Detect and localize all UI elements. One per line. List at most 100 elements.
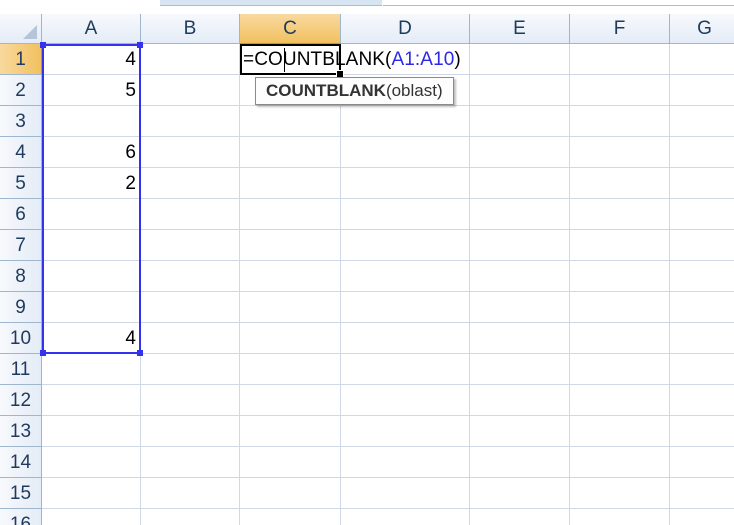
cell-a14[interactable]: [42, 447, 141, 478]
row-header-11[interactable]: 11: [0, 354, 42, 385]
cell-d7[interactable]: [341, 230, 470, 261]
cell-b16[interactable]: [141, 509, 240, 525]
cell-f10[interactable]: [570, 323, 670, 354]
cell-a16[interactable]: [42, 509, 141, 525]
row-header-13[interactable]: 13: [0, 416, 42, 447]
cell-a8[interactable]: [42, 261, 141, 292]
cell-e6[interactable]: [470, 199, 570, 230]
function-syntax-tooltip[interactable]: COUNTBLANK(oblast): [255, 77, 454, 105]
cell-d3[interactable]: [341, 106, 470, 137]
cell-e9[interactable]: [470, 292, 570, 323]
cell-c15[interactable]: [240, 478, 341, 509]
cell-b12[interactable]: [141, 385, 240, 416]
row-header-15[interactable]: 15: [0, 478, 42, 509]
cell-e14[interactable]: [470, 447, 570, 478]
row-header-8[interactable]: 8: [0, 261, 42, 292]
column-header-g[interactable]: G: [670, 14, 734, 44]
cell-b6[interactable]: [141, 199, 240, 230]
cell-d12[interactable]: [341, 385, 470, 416]
cell-g11[interactable]: [670, 354, 734, 385]
cell-c3[interactable]: [240, 106, 341, 137]
cell-f3[interactable]: [570, 106, 670, 137]
cell-g7[interactable]: [670, 230, 734, 261]
cell-c6[interactable]: [240, 199, 341, 230]
column-header-b[interactable]: B: [141, 14, 240, 44]
cell-a1[interactable]: 4: [42, 44, 141, 75]
cell-a10[interactable]: 4: [42, 323, 141, 354]
cell-g4[interactable]: [670, 137, 734, 168]
cell-e13[interactable]: [470, 416, 570, 447]
cell-f8[interactable]: [570, 261, 670, 292]
cell-c11[interactable]: [240, 354, 341, 385]
row-header-9[interactable]: 9: [0, 292, 42, 323]
cell-g8[interactable]: [670, 261, 734, 292]
cell-g10[interactable]: [670, 323, 734, 354]
cell-f11[interactable]: [570, 354, 670, 385]
cell-b7[interactable]: [141, 230, 240, 261]
column-header-d[interactable]: D: [341, 14, 470, 44]
row-header-6[interactable]: 6: [0, 199, 42, 230]
cell-a6[interactable]: [42, 199, 141, 230]
cell-a3[interactable]: [42, 106, 141, 137]
column-header-a[interactable]: A: [42, 14, 141, 44]
cell-f7[interactable]: [570, 230, 670, 261]
cell-e1[interactable]: [470, 44, 570, 75]
cell-d9[interactable]: [341, 292, 470, 323]
cell-d10[interactable]: [341, 323, 470, 354]
select-all-button[interactable]: [0, 14, 42, 44]
cell-g9[interactable]: [670, 292, 734, 323]
tooltip-function-name[interactable]: COUNTBLANK: [266, 81, 386, 100]
cell-d8[interactable]: [341, 261, 470, 292]
cell-b5[interactable]: [141, 168, 240, 199]
cell-formula-text[interactable]: =COUNTBLANK(A1:A10): [243, 45, 461, 75]
cell-a9[interactable]: [42, 292, 141, 323]
cell-g16[interactable]: [670, 509, 734, 525]
row-header-1[interactable]: 1: [0, 44, 42, 75]
cell-b1[interactable]: [141, 44, 240, 75]
cell-f2[interactable]: [570, 75, 670, 106]
cell-d13[interactable]: [341, 416, 470, 447]
cell-b4[interactable]: [141, 137, 240, 168]
cell-a2[interactable]: 5: [42, 75, 141, 106]
cell-b15[interactable]: [141, 478, 240, 509]
cell-c12[interactable]: [240, 385, 341, 416]
cell-g12[interactable]: [670, 385, 734, 416]
tooltip-argument[interactable]: (oblast): [386, 81, 443, 100]
cell-b11[interactable]: [141, 354, 240, 385]
cell-g5[interactable]: [670, 168, 734, 199]
cell-c16[interactable]: [240, 509, 341, 525]
cell-a7[interactable]: [42, 230, 141, 261]
cell-g2[interactable]: [670, 75, 734, 106]
column-header-e[interactable]: E: [470, 14, 570, 44]
cell-a5[interactable]: 2: [42, 168, 141, 199]
cell-a15[interactable]: [42, 478, 141, 509]
cell-b9[interactable]: [141, 292, 240, 323]
cell-d15[interactable]: [341, 478, 470, 509]
cell-g13[interactable]: [670, 416, 734, 447]
cell-e15[interactable]: [470, 478, 570, 509]
cell-b13[interactable]: [141, 416, 240, 447]
cell-f14[interactable]: [570, 447, 670, 478]
cell-c8[interactable]: [240, 261, 341, 292]
cell-a13[interactable]: [42, 416, 141, 447]
row-header-7[interactable]: 7: [0, 230, 42, 261]
cell-g14[interactable]: [670, 447, 734, 478]
cell-b2[interactable]: [141, 75, 240, 106]
cell-d6[interactable]: [341, 199, 470, 230]
cell-g15[interactable]: [670, 478, 734, 509]
cell-f1[interactable]: [570, 44, 670, 75]
cell-e12[interactable]: [470, 385, 570, 416]
cell-f16[interactable]: [570, 509, 670, 525]
cell-e3[interactable]: [470, 106, 570, 137]
cell-d5[interactable]: [341, 168, 470, 199]
cell-c13[interactable]: [240, 416, 341, 447]
cell-d11[interactable]: [341, 354, 470, 385]
cell-f9[interactable]: [570, 292, 670, 323]
row-header-16[interactable]: 16: [0, 509, 42, 525]
cell-b10[interactable]: [141, 323, 240, 354]
cell-e5[interactable]: [470, 168, 570, 199]
column-header-f[interactable]: F: [570, 14, 670, 44]
row-header-5[interactable]: 5: [0, 168, 42, 199]
row-header-3[interactable]: 3: [0, 106, 42, 137]
cell-e8[interactable]: [470, 261, 570, 292]
